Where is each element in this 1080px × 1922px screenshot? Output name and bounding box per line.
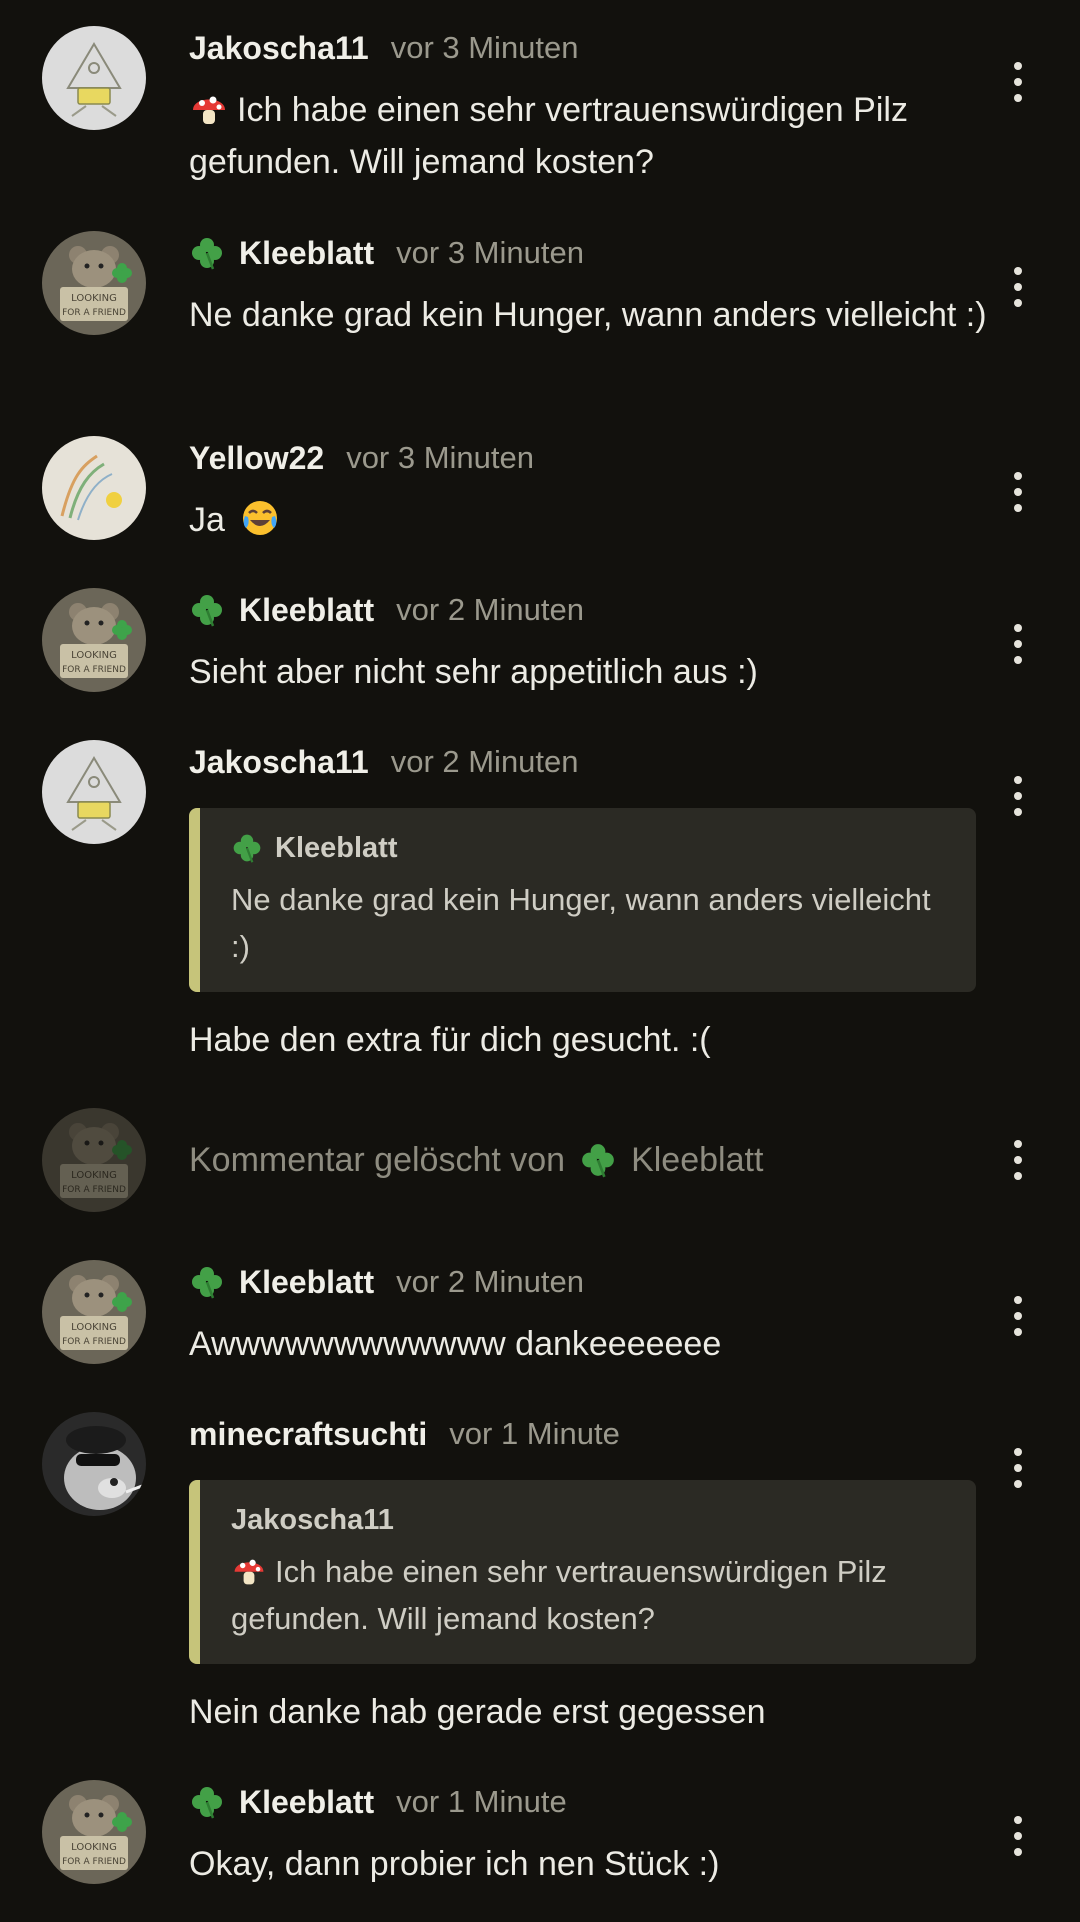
quote-header: Jakoscha11: [231, 1500, 394, 1540]
timestamp: vor 3 Minuten: [396, 235, 584, 270]
more-options-icon[interactable]: [1006, 624, 1030, 664]
comment-header: Kleeblatt vor 1 Minute: [189, 1780, 567, 1824]
more-options-icon[interactable]: [1006, 62, 1030, 102]
quote-header: Kleeblatt: [231, 828, 397, 868]
teddy-bear-avatar: LOOKING FOR A FRIEND: [42, 1108, 146, 1212]
svg-text:FOR A FRIEND: FOR A FRIEND: [62, 308, 126, 318]
comment-text: Okay, dann probier ich nen Stück :): [189, 1845, 720, 1883]
comment-text: Habe den extra für dich gesucht. :(: [189, 1021, 711, 1059]
drawing-avatar: [42, 740, 146, 844]
quote-text: Ich habe einen sehr vertrauenswürdigen P…: [231, 1548, 951, 1642]
deleted-user[interactable]: Kleeblatt: [631, 1141, 763, 1180]
comment-header: Yellow22 vor 3 Minuten: [189, 436, 534, 480]
teddy-bear-avatar: LOOKING FOR A FRIEND: [42, 588, 146, 692]
comment-text: Ne danke grad kein Hunger, wann anders v…: [189, 296, 987, 334]
dog-photo-avatar: [42, 1412, 146, 1516]
more-options-icon[interactable]: [1006, 472, 1030, 512]
quote-accent-bar: [189, 808, 200, 992]
svg-text:LOOKING: LOOKING: [71, 1170, 117, 1181]
four-leaf-clover-icon: [189, 1264, 225, 1300]
deleted-comment-notice: Kommentar gelöscht von Kleeblatt: [189, 1134, 763, 1186]
svg-text:LOOKING: LOOKING: [71, 293, 117, 304]
user-avatar[interactable]: [42, 1412, 146, 1516]
user-avatar[interactable]: LOOKING FOR A FRIEND: [42, 1780, 146, 1884]
quote-text: Ne danke grad kein Hunger, wann anders v…: [231, 882, 931, 964]
comment-header: Kleeblatt vor 2 Minuten: [189, 588, 584, 632]
user-avatar[interactable]: [42, 26, 146, 130]
tears-of-joy-icon: [240, 498, 280, 538]
more-options-icon[interactable]: [1006, 1140, 1030, 1180]
four-leaf-clover-icon: [189, 235, 225, 271]
timestamp: vor 2 Minuten: [390, 744, 579, 779]
user-avatar[interactable]: LOOKING FOR A FRIEND: [42, 1108, 146, 1212]
quote-username: Jakoscha11: [231, 1503, 394, 1536]
mushroom-icon: [231, 1552, 267, 1588]
more-options-icon[interactable]: [1006, 776, 1030, 816]
teddy-bear-avatar: LOOKING FOR A FRIEND: [42, 1260, 146, 1364]
comment-text: Ich habe einen sehr vertrauenswürdigen P…: [189, 84, 989, 188]
four-leaf-clover-icon: [579, 1141, 617, 1179]
deleted-prefix: Kommentar gelöscht von: [189, 1140, 566, 1179]
more-options-icon[interactable]: [1006, 1296, 1030, 1336]
username[interactable]: Kleeblatt: [239, 592, 374, 629]
comment-header: Jakoscha11 vor 3 Minuten: [189, 26, 579, 70]
user-avatar[interactable]: LOOKING FOR A FRIEND: [42, 588, 146, 692]
four-leaf-clover-icon: [231, 832, 263, 864]
svg-text:FOR A FRIEND: FOR A FRIEND: [62, 1337, 126, 1347]
comment-text: Ja: [189, 494, 989, 546]
user-avatar[interactable]: [42, 436, 146, 540]
svg-text:LOOKING: LOOKING: [71, 1842, 117, 1853]
mushroom-icon: [189, 88, 229, 128]
quote-text-content: Ich habe einen sehr vertrauenswürdigen P…: [231, 1554, 887, 1636]
quote-accent-bar: [189, 1480, 200, 1664]
username[interactable]: Yellow22: [189, 440, 324, 477]
comment-text-content: Ja: [189, 501, 225, 539]
user-avatar[interactable]: LOOKING FOR A FRIEND: [42, 1260, 146, 1364]
user-avatar[interactable]: [42, 740, 146, 844]
svg-text:LOOKING: LOOKING: [71, 1322, 117, 1333]
comment-header: minecraftsuchti vor 1 Minute: [189, 1412, 620, 1456]
drawing-avatar: [42, 26, 146, 130]
comment-text: Sieht aber nicht sehr appetitlich aus :): [189, 653, 758, 691]
more-options-icon[interactable]: [1006, 267, 1030, 307]
teddy-bear-avatar: LOOKING FOR A FRIEND: [42, 231, 146, 335]
timestamp: vor 1 Minute: [449, 1416, 620, 1451]
svg-text:LOOKING: LOOKING: [71, 650, 117, 661]
comment-text: Nein danke hab gerade erst gegessen: [189, 1693, 766, 1731]
teddy-bear-avatar: LOOKING FOR A FRIEND: [42, 1780, 146, 1884]
comment-header: Kleeblatt vor 3 Minuten: [189, 231, 584, 275]
username[interactable]: Kleeblatt: [239, 1264, 374, 1301]
svg-text:FOR A FRIEND: FOR A FRIEND: [62, 1857, 126, 1867]
user-avatar[interactable]: LOOKING FOR A FRIEND: [42, 231, 146, 335]
timestamp: vor 3 Minuten: [390, 30, 579, 65]
sketch-avatar: [42, 436, 146, 540]
four-leaf-clover-icon: [189, 592, 225, 628]
quoted-comment[interactable]: Kleeblatt Ne danke grad kein Hunger, wan…: [189, 808, 976, 992]
timestamp: vor 2 Minuten: [396, 592, 584, 627]
comment-header: Jakoscha11 vor 2 Minuten: [189, 740, 579, 784]
username[interactable]: Kleeblatt: [239, 1784, 374, 1821]
username[interactable]: Kleeblatt: [239, 235, 374, 272]
comment-text: Awwwwwwwwwwww dankeeeeeee: [189, 1325, 722, 1363]
more-options-icon[interactable]: [1006, 1816, 1030, 1856]
comment-header: Kleeblatt vor 2 Minuten: [189, 1260, 584, 1304]
timestamp: vor 2 Minuten: [396, 1264, 584, 1299]
more-options-icon[interactable]: [1006, 1448, 1030, 1488]
svg-text:FOR A FRIEND: FOR A FRIEND: [62, 1185, 126, 1195]
timestamp: vor 1 Minute: [396, 1784, 567, 1819]
comment-list: Jakoscha11 vor 3 Minuten Ich habe einen …: [0, 0, 1080, 1922]
username[interactable]: Jakoscha11: [189, 30, 369, 67]
svg-text:FOR A FRIEND: FOR A FRIEND: [62, 665, 126, 675]
quote-username: Kleeblatt: [275, 831, 398, 864]
four-leaf-clover-icon: [189, 1784, 225, 1820]
quoted-comment[interactable]: Jakoscha11 Ich habe einen sehr vertrauen…: [189, 1480, 976, 1664]
comment-text-content: Ich habe einen sehr vertrauenswürdigen P…: [189, 91, 908, 181]
username[interactable]: Jakoscha11: [189, 744, 369, 781]
timestamp: vor 3 Minuten: [346, 440, 535, 475]
username[interactable]: minecraftsuchti: [189, 1416, 427, 1453]
